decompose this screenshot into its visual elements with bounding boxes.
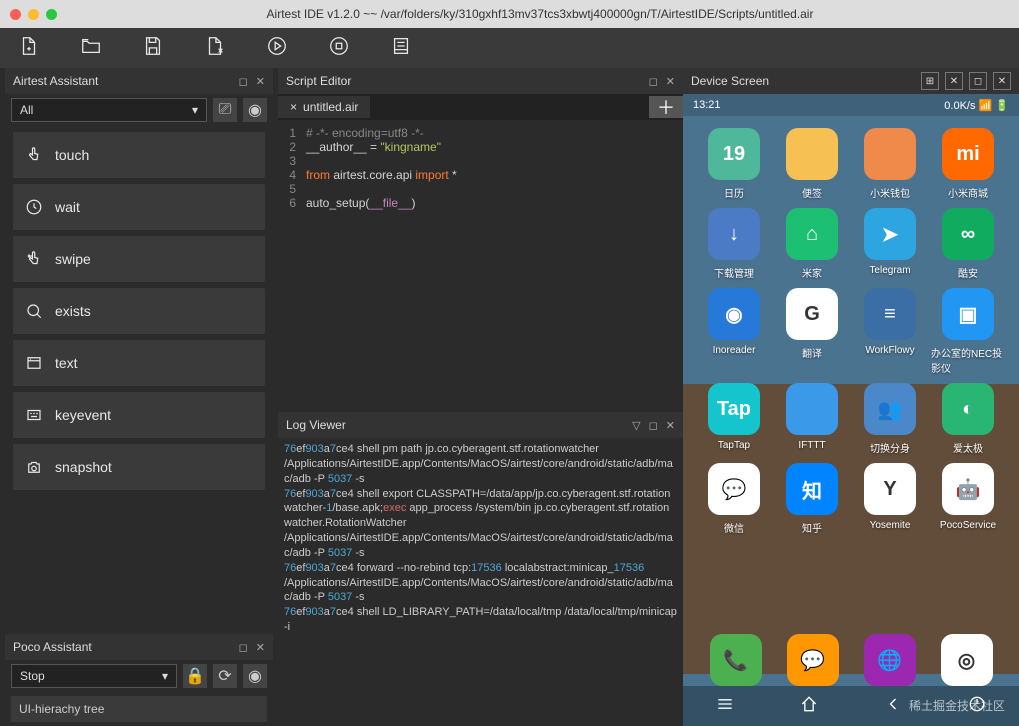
inspect-icon[interactable]: ◉ [243, 664, 267, 688]
editor-title: Script Editor [286, 74, 351, 88]
assistant-item-touch[interactable]: touch [13, 132, 265, 178]
home-icon[interactable] [799, 694, 819, 719]
keyevent-icon [25, 406, 43, 424]
app-微信[interactable]: 💬微信 [697, 463, 771, 535]
app-米家[interactable]: ⌂米家 [775, 208, 849, 280]
assistant-title: Airtest Assistant [13, 74, 98, 88]
assistant-item-swipe[interactable]: swipe [13, 236, 265, 282]
chevron-down-icon: ▾ [162, 669, 168, 683]
main-toolbar [0, 28, 1019, 68]
app-切换分身[interactable]: 👥切换分身 [853, 383, 927, 455]
record-icon[interactable]: ⎚ [213, 98, 237, 122]
app-Inoreader[interactable]: ◉Inoreader [697, 288, 771, 375]
device-title: Device Screen [691, 74, 769, 88]
assistant-item-snapshot[interactable]: snapshot [13, 444, 265, 490]
dock-app[interactable]: 📞 [710, 634, 762, 686]
app-便签[interactable]: 便签 [775, 128, 849, 200]
app-小米商城[interactable]: mi小米商城 [931, 128, 1005, 200]
refresh-icon[interactable]: ⟳ [213, 664, 237, 688]
tools-icon[interactable]: ✕ [945, 72, 963, 90]
touch-icon [25, 146, 43, 164]
snapshot-tool-icon[interactable]: ◉ [243, 98, 267, 122]
app-下载管理[interactable]: ↓下载管理 [697, 208, 771, 280]
window-controls [10, 9, 57, 20]
report-icon[interactable] [390, 35, 412, 62]
close-window[interactable] [10, 9, 21, 20]
undock-icon[interactable]: ◻ [239, 641, 248, 654]
app-小米钱包[interactable]: 小米钱包 [853, 128, 927, 200]
chevron-down-icon: ▾ [192, 103, 198, 117]
run-icon[interactable] [266, 35, 288, 62]
poco-header: Poco Assistant ◻ ✕ [5, 634, 273, 660]
editor-header: Script Editor ◻ ✕ [278, 68, 683, 94]
close-panel-icon[interactable]: ✕ [256, 75, 265, 88]
filter-icon[interactable]: ▽ [632, 419, 640, 432]
phone-statusbar: 13:21 0.0K/s 📶 🔋 [683, 94, 1019, 116]
undock-icon[interactable]: ◻ [239, 75, 248, 88]
app-TapTap[interactable]: TapTapTap [697, 383, 771, 455]
log-title: Log Viewer [286, 418, 346, 432]
editor-tab[interactable]: ×untitled.air [278, 96, 370, 118]
new-file-icon[interactable] [18, 35, 40, 62]
assistant-item-wait[interactable]: wait [13, 184, 265, 230]
save-as-icon[interactable] [204, 35, 226, 62]
assistant-header: Airtest Assistant ◻ ✕ [5, 68, 273, 94]
app-爱太极[interactable]: ◐爱太极 [931, 383, 1005, 455]
wait-icon [25, 198, 43, 216]
back-icon[interactable] [883, 694, 903, 719]
app-Telegram[interactable]: ➤Telegram [853, 208, 927, 280]
close-panel-icon[interactable]: ✕ [666, 419, 675, 432]
app-知乎[interactable]: 知知乎 [775, 463, 849, 535]
app-翻译[interactable]: G翻译 [775, 288, 849, 375]
save-icon[interactable] [142, 35, 164, 62]
dock-app[interactable]: ◎ [941, 634, 993, 686]
log-header: Log Viewer ▽ ◻ ✕ [278, 412, 683, 438]
device-screen[interactable]: 13:21 0.0K/s 📶 🔋 19日历便签小米钱包mi小米商城 ↓下载管理⌂米… [683, 94, 1019, 726]
poco-mode-dropdown[interactable]: Stop▾ [11, 664, 177, 688]
app-Yosemite[interactable]: YYosemite [853, 463, 927, 535]
app-PocoService[interactable]: 🤖PocoService [931, 463, 1005, 535]
snapshot-icon [25, 458, 43, 476]
poco-tree-item[interactable]: UI-hierachy tree [11, 696, 267, 722]
lock-icon[interactable]: 🔒 [183, 664, 207, 688]
open-folder-icon[interactable] [80, 35, 102, 62]
maximize-window[interactable] [46, 9, 57, 20]
app-日历[interactable]: 19日历 [697, 128, 771, 200]
assistant-item-text[interactable]: text [13, 340, 265, 386]
undock-icon[interactable]: ◻ [649, 75, 658, 88]
code-editor[interactable]: 1# -*- encoding=utf8 -*-2__author__ = "k… [278, 120, 683, 412]
poco-title: Poco Assistant [13, 640, 92, 654]
titlebar: Airtest IDE v1.2.0 ~~ /var/folders/ky/31… [0, 0, 1019, 28]
undock-icon[interactable]: ◻ [969, 72, 987, 90]
watermark: 稀土掘金技术社区 [909, 697, 1005, 714]
assistant-item-exists[interactable]: exists [13, 288, 265, 334]
close-panel-icon[interactable]: ✕ [993, 72, 1011, 90]
log-viewer[interactable]: 76ef903a7ce4 shell pm path jp.co.cyberag… [278, 438, 683, 726]
app-酷安[interactable]: ∞酷安 [931, 208, 1005, 280]
menu-icon[interactable] [715, 694, 735, 719]
exists-icon [25, 302, 43, 320]
locate-icon[interactable]: ⊞ [921, 72, 939, 90]
stop-icon[interactable] [328, 35, 350, 62]
status-right: 0.0K/s 📶 🔋 [944, 99, 1009, 112]
app-办公室的NEC投影仪[interactable]: ▣办公室的NEC投影仪 [931, 288, 1005, 375]
undock-icon[interactable]: ◻ [649, 419, 658, 432]
device-header: Device Screen ⊞ ✕ ◻ ✕ [683, 68, 1019, 94]
app-IFTTT[interactable]: IFTTT [775, 383, 849, 455]
minimize-window[interactable] [28, 9, 39, 20]
swipe-icon [25, 250, 43, 268]
add-tab-button[interactable]: ＋ [649, 96, 683, 118]
close-tab-icon[interactable]: × [290, 100, 297, 114]
app-WorkFlowy[interactable]: ≡WorkFlowy [853, 288, 927, 375]
dock-app[interactable]: 🌐 [864, 634, 916, 686]
window-title: Airtest IDE v1.2.0 ~~ /var/folders/ky/31… [71, 7, 1009, 21]
close-panel-icon[interactable]: ✕ [256, 641, 265, 654]
text-icon [25, 354, 43, 372]
assistant-filter-dropdown[interactable]: All▾ [11, 98, 207, 122]
dock-app[interactable]: 💬 [787, 634, 839, 686]
status-time: 13:21 [693, 99, 721, 111]
assistant-item-keyevent[interactable]: keyevent [13, 392, 265, 438]
close-panel-icon[interactable]: ✕ [666, 75, 675, 88]
